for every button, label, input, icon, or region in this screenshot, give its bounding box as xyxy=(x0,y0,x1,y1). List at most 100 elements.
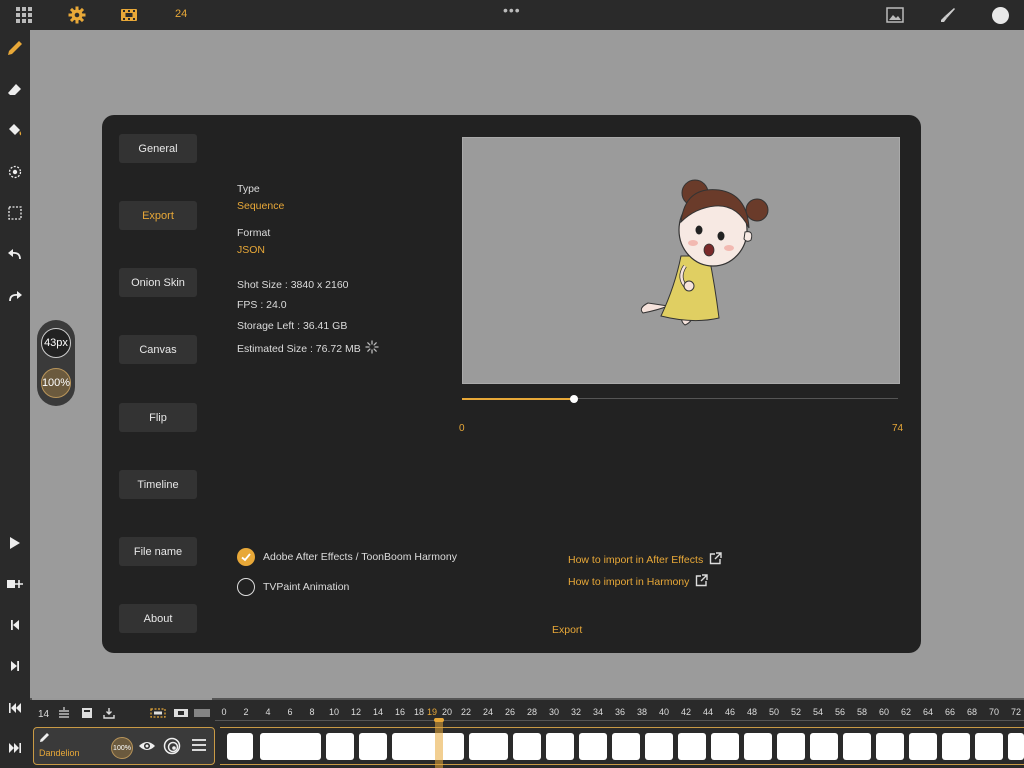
ruler-label[interactable]: 52 xyxy=(791,707,801,717)
frame-cell[interactable] xyxy=(260,733,321,760)
frame-cell[interactable] xyxy=(876,733,904,760)
brush-icon[interactable] xyxy=(938,5,958,25)
frame-cell[interactable] xyxy=(975,733,1003,760)
layer-opacity[interactable]: 100% xyxy=(111,737,133,759)
film-strip-icon[interactable] xyxy=(120,5,138,25)
timeline-scroll-thumb[interactable] xyxy=(32,698,212,700)
image-icon[interactable] xyxy=(885,5,905,25)
ruler-label[interactable]: 36 xyxy=(615,707,625,717)
frame-cell[interactable] xyxy=(546,733,574,760)
gear-icon[interactable] xyxy=(67,5,87,25)
pencil-icon[interactable] xyxy=(5,38,25,58)
frame-cell[interactable] xyxy=(711,733,739,760)
ruler-label[interactable]: 19 xyxy=(427,707,437,717)
frame-cell[interactable] xyxy=(392,733,464,760)
lasso-icon[interactable] xyxy=(5,162,25,182)
ruler-label[interactable]: 48 xyxy=(747,707,757,717)
frame-copy-icon[interactable] xyxy=(81,707,93,719)
jump-end-icon[interactable] xyxy=(5,738,25,758)
onion-layers-icon[interactable] xyxy=(57,707,71,719)
frame-slider-thumb[interactable] xyxy=(569,395,578,403)
ruler-label[interactable]: 6 xyxy=(287,707,292,717)
frame-cell[interactable] xyxy=(326,733,354,760)
ruler-label[interactable]: 0 xyxy=(221,707,226,717)
link-after-effects[interactable]: How to import in After Effects xyxy=(568,552,722,568)
more-options-icon[interactable]: ••• xyxy=(503,2,521,18)
ruler-label[interactable]: 22 xyxy=(461,707,471,717)
frame-cell[interactable] xyxy=(1008,733,1024,760)
ruler-label[interactable]: 16 xyxy=(395,707,405,717)
ruler-label[interactable]: 58 xyxy=(857,707,867,717)
ruler-label[interactable]: 68 xyxy=(967,707,977,717)
frame-cell[interactable] xyxy=(359,733,387,760)
nav-flip[interactable]: Flip xyxy=(119,403,197,432)
frame-cell[interactable] xyxy=(227,733,253,760)
ruler-label[interactable]: 2 xyxy=(243,707,248,717)
frame-cell[interactable] xyxy=(579,733,607,760)
ruler-label[interactable]: 64 xyxy=(923,707,933,717)
ruler-label[interactable]: 26 xyxy=(505,707,515,717)
option-tvpaint-label[interactable]: TVPaint Animation xyxy=(263,581,349,593)
jump-start-icon[interactable] xyxy=(5,698,25,718)
timeline-scroll-track[interactable] xyxy=(30,698,1024,700)
ruler-label[interactable]: 66 xyxy=(945,707,955,717)
frame-cell[interactable] xyxy=(744,733,772,760)
ruler-label[interactable]: 30 xyxy=(549,707,559,717)
frame-slider[interactable] xyxy=(462,395,898,403)
nav-canvas[interactable]: Canvas xyxy=(119,335,197,364)
gallery-grid-icon[interactable] xyxy=(15,5,33,25)
layer-menu-icon[interactable] xyxy=(191,738,207,757)
layer-name[interactable]: Dandelion xyxy=(39,748,80,758)
redo-icon[interactable] xyxy=(5,286,25,306)
nav-timeline[interactable]: Timeline xyxy=(119,470,197,499)
nav-export[interactable]: Export xyxy=(119,201,197,230)
frame-cell[interactable] xyxy=(645,733,673,760)
frame-count[interactable]: 24 xyxy=(175,8,187,20)
first-frame-icon[interactable] xyxy=(5,615,25,635)
current-frame-number[interactable]: 14 xyxy=(38,709,49,720)
link-harmony[interactable]: How to import in Harmony xyxy=(568,574,709,590)
frame-cell[interactable] xyxy=(469,733,508,760)
onion-skin-icon[interactable] xyxy=(163,737,181,760)
frame-cell[interactable] xyxy=(942,733,970,760)
ruler-label[interactable]: 62 xyxy=(901,707,911,717)
frame-cell[interactable] xyxy=(612,733,640,760)
download-frame-icon[interactable] xyxy=(103,707,115,719)
paint-bucket-icon[interactable] xyxy=(5,120,25,140)
brush-opacity-control[interactable]: 100% xyxy=(41,368,71,398)
radio-tvpaint[interactable] xyxy=(237,578,255,596)
ruler-label[interactable]: 40 xyxy=(659,707,669,717)
ruler-label[interactable]: 14 xyxy=(373,707,383,717)
ruler-label[interactable]: 20 xyxy=(442,707,452,717)
ruler-label[interactable]: 38 xyxy=(637,707,647,717)
frames-strip[interactable] xyxy=(220,727,1024,765)
type-value[interactable]: Sequence xyxy=(237,200,284,212)
eraser-icon[interactable] xyxy=(5,80,25,100)
add-frame-icon[interactable] xyxy=(5,574,25,594)
ruler-label[interactable]: 10 xyxy=(329,707,339,717)
ruler-ticks-icon[interactable] xyxy=(194,707,210,719)
frame-cell[interactable] xyxy=(678,733,706,760)
play-icon[interactable] xyxy=(5,533,25,553)
playhead[interactable] xyxy=(435,718,443,768)
selection-icon[interactable] xyxy=(5,203,25,223)
ruler-label[interactable]: 32 xyxy=(571,707,581,717)
ruler-label[interactable]: 42 xyxy=(681,707,691,717)
undo-icon[interactable] xyxy=(5,244,25,264)
frame-range-icon[interactable] xyxy=(150,707,166,719)
layer-panel[interactable]: Dandelion 100% xyxy=(33,727,215,765)
frame-cell[interactable] xyxy=(843,733,871,760)
playhead-handle[interactable] xyxy=(434,718,444,722)
frame-cell[interactable] xyxy=(909,733,937,760)
ruler-label[interactable]: 34 xyxy=(593,707,603,717)
nav-about[interactable]: About xyxy=(119,604,197,633)
visibility-eye-icon[interactable] xyxy=(138,738,156,759)
ruler-label[interactable]: 54 xyxy=(813,707,823,717)
ruler-label[interactable]: 28 xyxy=(527,707,537,717)
frame-cell[interactable] xyxy=(810,733,838,760)
ruler-label[interactable]: 24 xyxy=(483,707,493,717)
ruler-label[interactable]: 60 xyxy=(879,707,889,717)
brush-size-control[interactable]: 43px xyxy=(41,328,71,358)
ruler-label[interactable]: 72 xyxy=(1011,707,1021,717)
ruler-label[interactable]: 8 xyxy=(309,707,314,717)
